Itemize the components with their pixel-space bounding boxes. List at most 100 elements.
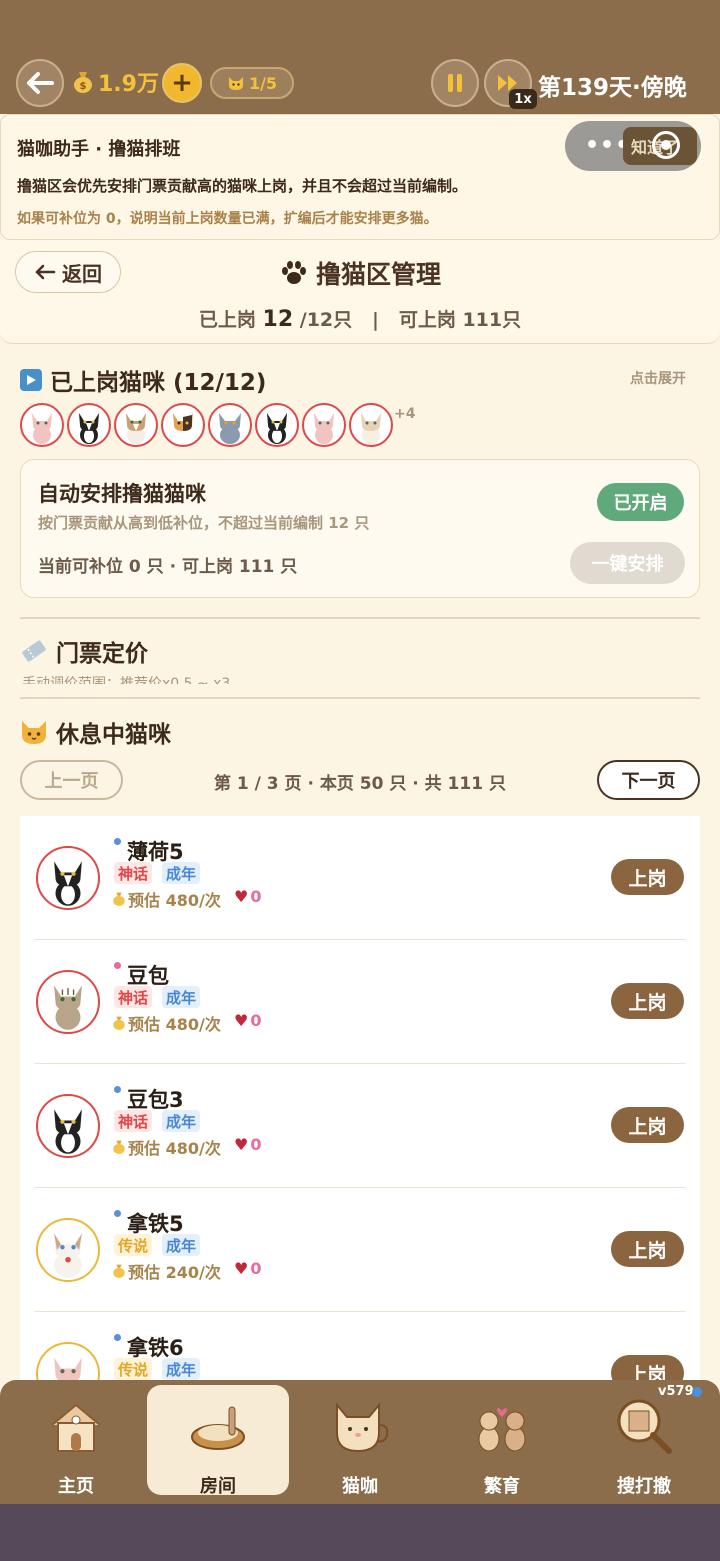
expand-toggle[interactable]: 点击展开 bbox=[630, 368, 686, 388]
tuxedo-cat-icon bbox=[255, 403, 299, 447]
breeding-cats-icon bbox=[471, 1396, 533, 1458]
heart-icon: ♥ bbox=[234, 1259, 249, 1278]
pause-button[interactable] bbox=[431, 59, 479, 107]
helper-hint: 如果可补位为 0，说明当前上岗数量已满，扩编后才能安排更多猫。 bbox=[17, 211, 438, 227]
coin-balance: $ 1.9万 bbox=[72, 66, 159, 98]
close-miniprogram-icon[interactable] bbox=[652, 131, 680, 159]
ragdoll-cat-icon bbox=[36, 1218, 100, 1282]
auto-arrange-availability: 当前可补位 0 只 · 可上岗 111 只 bbox=[38, 557, 298, 577]
ticket-pricing-peek: 手动调价范围：推荐价x0.5 ~ x3 bbox=[22, 676, 282, 684]
ticket-pricing-header[interactable]: 门票定价 bbox=[20, 634, 148, 668]
estimate: 预估 480/次 bbox=[112, 1135, 221, 1159]
one-click-arrange-button[interactable]: 一键安排 bbox=[570, 542, 685, 584]
money-bag-icon bbox=[113, 1016, 125, 1030]
estimate-text: 预估 480/次 bbox=[128, 891, 221, 910]
pause-icon bbox=[448, 74, 462, 92]
staffing-stats: 已上岗 12 /12只 | 可上岗 111只 bbox=[0, 305, 720, 332]
speed-badge: 1x bbox=[509, 89, 537, 109]
likes: ♥ 0 bbox=[234, 1011, 261, 1030]
sphynx-cat-icon bbox=[302, 403, 346, 447]
auto-arrange-title: 自动安排撸猫猫咪 bbox=[38, 482, 206, 506]
cat-capacity-text: 1/5 bbox=[248, 73, 278, 93]
nav-breed-label: 繁育 bbox=[484, 1476, 520, 1497]
page-title: 撸猫区管理 bbox=[280, 255, 441, 291]
likes-count: 0 bbox=[250, 1259, 262, 1278]
calico-cat-icon bbox=[161, 403, 205, 447]
nav-cafe-label: 猫咖 bbox=[342, 1476, 378, 1497]
prev-page-button[interactable]: 上一页 bbox=[20, 760, 123, 800]
tuxedo-cat-icon bbox=[36, 1094, 100, 1158]
cat-face-icon bbox=[22, 721, 46, 744]
likes: ♥ 0 bbox=[234, 887, 261, 906]
likes: ♥ 0 bbox=[234, 1135, 261, 1154]
helper-title: 猫咖助手 · 撸猫排班 bbox=[17, 139, 181, 160]
ticket-icon bbox=[22, 640, 46, 662]
likes-count: 0 bbox=[250, 1011, 262, 1030]
back-arrow-button[interactable] bbox=[16, 59, 64, 107]
on-post-section-header[interactable]: 已上岗猫咪 (12/12) bbox=[20, 363, 266, 397]
nav-room-label: 房间 bbox=[200, 1476, 236, 1497]
status-dot bbox=[114, 1210, 121, 1217]
section-divider bbox=[20, 617, 700, 619]
put-on-post-button[interactable]: 上岗 bbox=[611, 859, 684, 895]
system-footer bbox=[0, 1504, 720, 1561]
put-on-post-button[interactable]: 上岗 bbox=[611, 1231, 684, 1267]
nav-search[interactable]: 搜打撤 bbox=[573, 1380, 715, 1504]
sphynx-cat-icon bbox=[20, 403, 64, 447]
more-on-post-count[interactable]: +4 bbox=[394, 406, 415, 422]
add-coins-button[interactable]: + bbox=[162, 63, 202, 103]
nav-room[interactable]: 房间 bbox=[147, 1380, 289, 1504]
page-title-text: 撸猫区管理 bbox=[316, 260, 442, 289]
cat-cup-icon bbox=[329, 1396, 391, 1458]
status-dot bbox=[114, 962, 121, 969]
likes-count: 0 bbox=[250, 1135, 262, 1154]
put-on-post-button[interactable]: 上岗 bbox=[611, 983, 684, 1019]
notification-dot bbox=[692, 1387, 702, 1397]
status-dot bbox=[114, 1334, 121, 1341]
tuxedo-cat-icon bbox=[36, 846, 100, 910]
rarity-tag: 神话 bbox=[114, 986, 153, 1008]
nav-breed[interactable]: 繁育 bbox=[431, 1380, 573, 1504]
gray-cat-icon bbox=[208, 403, 252, 447]
page-info: 第 1 / 3 页 · 本页 50 只 · 共 111 只 bbox=[214, 774, 506, 794]
on-post-avatar-row[interactable] bbox=[20, 403, 393, 447]
resting-cat-list[interactable]: 薄荷5 神话 成年 预估 480/次 ♥ 0 上岗 豆包 神话 成年 预估 480… bbox=[20, 816, 700, 1386]
rarity-tag: 神话 bbox=[114, 862, 153, 884]
return-button[interactable]: 返回 bbox=[15, 251, 121, 293]
ticket-peek-text: 手动调价范围：推荐价x0.5 ~ x3 bbox=[22, 676, 231, 684]
tuxedo-cat-icon bbox=[67, 403, 111, 447]
list-item: 拿铁6 传说 成年 上岗 bbox=[20, 1312, 700, 1386]
list-item: 豆包 神话 成年 预估 480/次 ♥ 0 上岗 bbox=[20, 940, 700, 1064]
svg-text:$: $ bbox=[80, 81, 87, 92]
money-bag-icon: $ bbox=[74, 72, 92, 93]
age-tag: 成年 bbox=[162, 1358, 201, 1380]
coin-amount: 1.9万 bbox=[98, 72, 159, 97]
estimate: 预估 480/次 bbox=[112, 887, 221, 911]
cat-bed-icon bbox=[187, 1396, 249, 1458]
nav-home-label: 主页 bbox=[58, 1476, 94, 1497]
auto-arrange-toggle[interactable]: 已开启 bbox=[597, 483, 684, 521]
day-time-label: 第139天·傍晚 bbox=[538, 75, 687, 101]
section-divider bbox=[20, 697, 700, 699]
helper-description: 撸猫区会优先安排门票贡献高的猫咪上岗，并且不会超过当前编制。 bbox=[17, 177, 468, 195]
stats-current: 12 bbox=[262, 307, 294, 332]
estimate-text: 预估 480/次 bbox=[128, 1139, 221, 1158]
heart-icon: ♥ bbox=[234, 1011, 249, 1030]
estimate: 预估 240/次 bbox=[112, 1259, 221, 1283]
age-tag: 成年 bbox=[162, 986, 201, 1008]
nav-cafe[interactable]: 猫咖 bbox=[289, 1380, 431, 1504]
list-item: 拿铁5 传说 成年 预估 240/次 ♥ 0 上岗 bbox=[20, 1188, 700, 1312]
status-dot bbox=[114, 1086, 121, 1093]
put-on-post-button[interactable]: 上岗 bbox=[611, 1107, 684, 1143]
auto-arrange-description: 按门票贡献从高到低补位，不超过当前编制 12 只 bbox=[38, 514, 370, 532]
next-page-button[interactable]: 下一页 bbox=[597, 760, 700, 800]
tabby-cat-icon bbox=[36, 970, 100, 1034]
nav-home[interactable]: 主页 bbox=[5, 1380, 147, 1504]
rarity-tag: 传说 bbox=[114, 1358, 153, 1380]
ticket-pricing-title: 门票定价 bbox=[56, 641, 148, 667]
cat-capacity-pill[interactable]: 1/5 bbox=[210, 67, 294, 99]
back-arrow-icon bbox=[27, 72, 54, 94]
heart-icon: ♥ bbox=[234, 1135, 249, 1154]
money-bag-icon bbox=[113, 1264, 125, 1278]
status-dot bbox=[114, 838, 121, 845]
